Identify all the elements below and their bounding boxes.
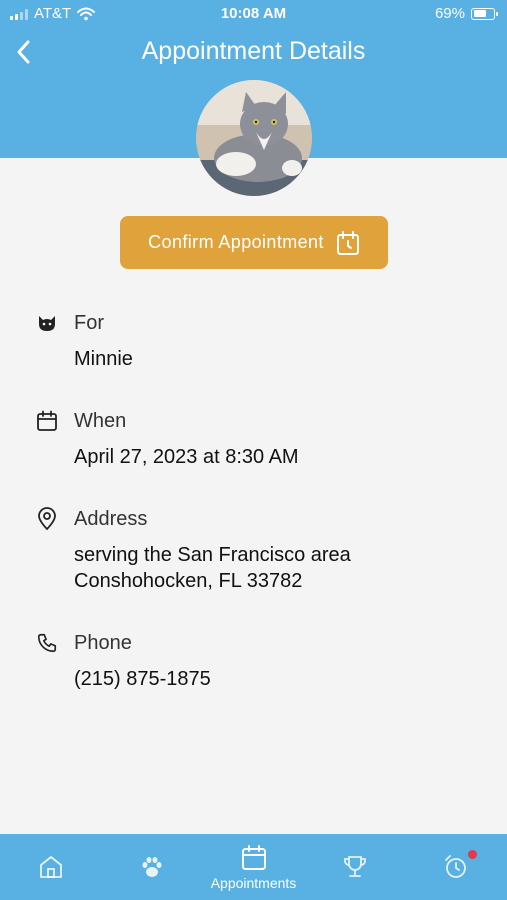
tab-pets[interactable] xyxy=(101,834,202,900)
phone-value[interactable]: (215) 875-1875 xyxy=(74,666,476,692)
phone-section: Phone (215) 875-1875 xyxy=(36,628,476,692)
when-header: When xyxy=(36,406,476,436)
paw-icon xyxy=(138,853,166,881)
battery-fill xyxy=(473,10,486,17)
calendar-clock-icon xyxy=(336,230,359,255)
battery-icon xyxy=(471,7,498,20)
tab-appointments[interactable]: Appointments xyxy=(203,834,304,900)
page-title: Appointment Details xyxy=(141,37,366,65)
map-pin-icon xyxy=(36,507,58,531)
tab-bar: Appointments xyxy=(0,834,507,900)
tab-home[interactable] xyxy=(0,834,101,900)
phone-header: Phone xyxy=(36,628,476,658)
tab-reminders[interactable] xyxy=(406,834,507,900)
trophy-icon xyxy=(341,853,369,881)
for-value: Minnie xyxy=(74,348,133,370)
status-bar: AT&T 10:08 AM 69% xyxy=(0,0,507,28)
when-label: When xyxy=(74,409,127,432)
status-right: 69% xyxy=(434,5,498,22)
phone-label: Phone xyxy=(74,631,132,654)
alarm-clock-icon xyxy=(442,853,470,881)
notification-badge xyxy=(467,850,477,859)
home-icon xyxy=(37,853,65,881)
calendar-icon xyxy=(240,844,268,872)
cat-icon xyxy=(36,312,58,334)
nav-row: Appointment Details xyxy=(0,30,507,74)
pet-avatar xyxy=(196,80,312,196)
confirm-appointment-label: Confirm Appointment xyxy=(148,232,324,252)
for-label: For xyxy=(74,311,104,334)
cat-photo xyxy=(196,80,312,196)
battery-percent: 69% xyxy=(434,5,465,22)
address-section: Address serving the San Francisco area C… xyxy=(36,504,476,594)
address-header: Address xyxy=(36,504,476,534)
tab-rewards[interactable] xyxy=(304,834,405,900)
when-value: April 27, 2023 at 8:30 AM xyxy=(74,446,299,468)
address-value: serving the San Francisco area Conshohoc… xyxy=(74,542,476,594)
status-time: 10:08 AM xyxy=(220,5,287,22)
address-line-1: serving the San Francisco area xyxy=(74,544,351,566)
address-line-2: Conshohocken, FL 33782 xyxy=(74,570,303,592)
calendar-icon xyxy=(36,410,58,432)
address-label: Address xyxy=(74,507,148,530)
phone-icon xyxy=(36,632,58,654)
confirm-appointment-button[interactable]: Confirm Appointment xyxy=(120,216,388,269)
when-section: When April 27, 2023 at 8:30 AM xyxy=(36,406,476,470)
tab-appointments-label: Appointments xyxy=(210,874,297,891)
for-header: For xyxy=(36,308,476,338)
for-section: For Minnie xyxy=(36,308,476,372)
